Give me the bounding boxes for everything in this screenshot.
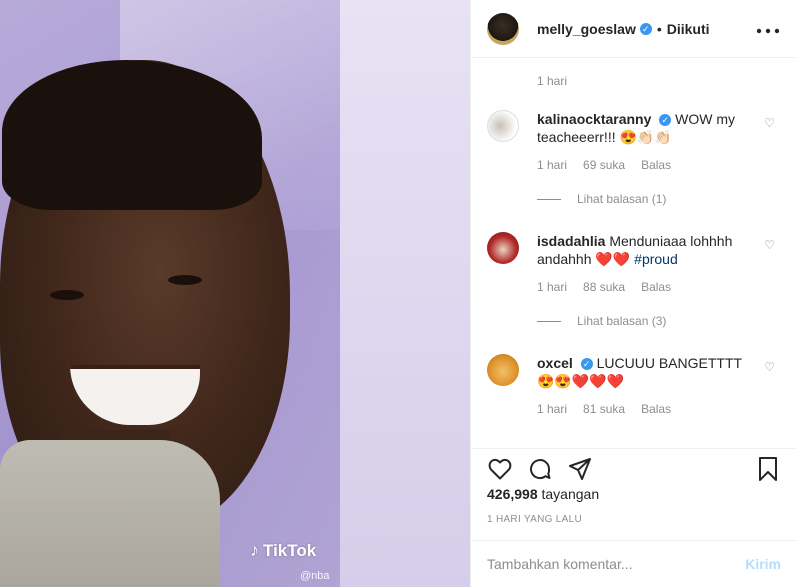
avatar[interactable] — [487, 232, 519, 264]
post-video[interactable]: ♪ TikTok @nba — [0, 0, 470, 587]
comment-likes[interactable]: 81 suka — [583, 402, 625, 416]
comment-bubble-icon[interactable] — [527, 456, 553, 482]
post-author-username[interactable]: melly_goeslaw — [537, 21, 636, 37]
comment-time[interactable]: 1 hari — [537, 280, 567, 294]
post-actions-bar — [471, 448, 796, 488]
comment-likes[interactable]: 69 suka — [583, 158, 625, 172]
like-comment-heart-icon[interactable]: ♡ — [764, 116, 775, 130]
reply-button[interactable]: Balas — [641, 280, 671, 294]
avatar[interactable] — [487, 354, 519, 386]
comment-time[interactable]: 1 hari — [537, 402, 567, 416]
reply-button[interactable]: Balas — [641, 402, 671, 416]
comment-item: isdadahlia Menduniaaa lohhhh andahhh ❤️❤… — [487, 232, 781, 328]
view-replies-button[interactable]: Lihat balasan (3) — [537, 314, 781, 328]
send-comment-button[interactable]: Kirim — [745, 556, 781, 572]
caption-time: 1 hari — [537, 74, 568, 88]
comment-username[interactable]: oxcel — [537, 355, 573, 371]
verified-badge-icon: ✓ — [580, 358, 593, 371]
verified-badge-icon: ✓ — [659, 114, 672, 127]
like-heart-icon[interactable] — [487, 456, 513, 482]
post-timestamp: 1 HARI YANG LALU — [487, 514, 583, 525]
comment-username[interactable]: kalinaocktaranny — [537, 111, 651, 127]
tiktok-watermark: ♪ TikTok — [250, 540, 317, 560]
post-header: melly_goeslaw ✓ • Diikuti — [471, 0, 796, 58]
share-send-icon[interactable] — [567, 456, 593, 482]
view-replies-button[interactable]: Lihat balasan (1) — [537, 192, 781, 206]
comments-list[interactable]: 1 hari kalinaocktaranny ✓ WOW my teachee… — [471, 58, 796, 448]
reply-button[interactable]: Balas — [641, 158, 671, 172]
add-comment-bar: Kirim — [471, 540, 796, 587]
hashtag-link[interactable]: #proud — [634, 251, 678, 267]
like-comment-heart-icon[interactable]: ♡ — [764, 238, 775, 252]
comment-item: kalinaocktaranny ✓ WOW my teacheeerr!!! … — [487, 110, 781, 206]
hoodie — [0, 440, 220, 587]
comment-time[interactable]: 1 hari — [537, 158, 567, 172]
like-comment-heart-icon[interactable]: ♡ — [764, 360, 775, 374]
post-side-panel: melly_goeslaw ✓ • Diikuti 1 hari kalinao… — [470, 0, 796, 587]
view-count[interactable]: 426,998 tayangan — [487, 486, 599, 502]
comment-username[interactable]: isdadahlia — [537, 233, 605, 249]
separator: • — [656, 20, 662, 37]
avatar[interactable] — [487, 110, 519, 142]
bookmark-icon[interactable] — [755, 456, 781, 482]
tiktok-logo-icon: ♪ — [250, 540, 259, 560]
avatar[interactable] — [487, 12, 519, 45]
more-horizontal-icon[interactable] — [756, 18, 780, 39]
follow-status-button[interactable]: Diikuti — [667, 21, 710, 37]
instagram-post-view: ♪ TikTok @nba melly_goeslaw ✓ • Diikuti … — [0, 0, 796, 587]
verified-badge-icon: ✓ — [639, 22, 652, 35]
comment-input[interactable] — [487, 556, 746, 572]
comment-item: oxcel ✓ LUCUUU BANGETTTT😍😍❤️❤️❤️ ♡ 1 har… — [487, 354, 781, 416]
comment-likes[interactable]: 88 suka — [583, 280, 625, 294]
tiktok-handle: @nba — [300, 570, 330, 582]
